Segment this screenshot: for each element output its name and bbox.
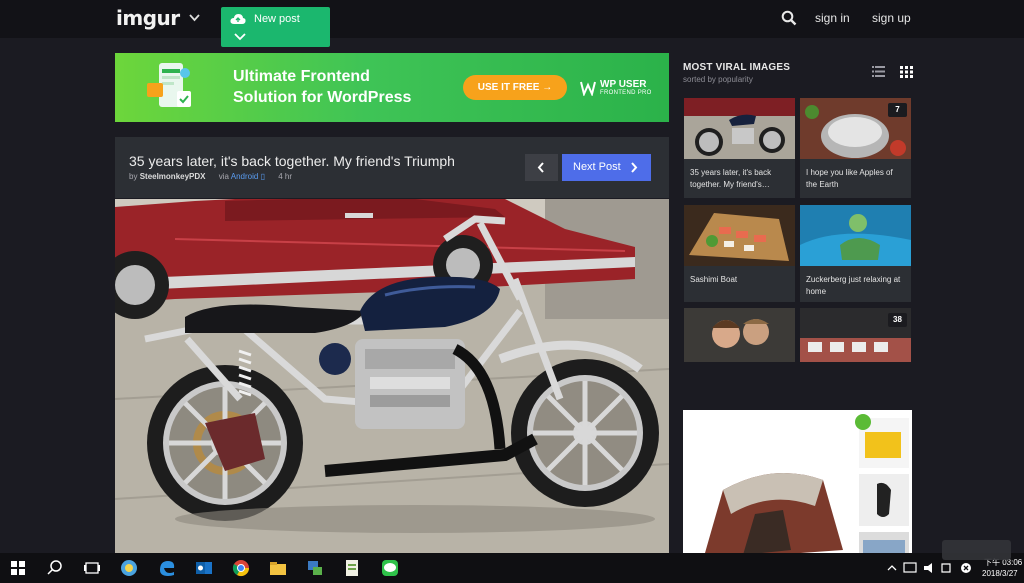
new-post-label: New post	[254, 13, 300, 25]
chrome-icon[interactable]	[231, 558, 251, 578]
task-view-icon[interactable]	[82, 558, 102, 578]
sign-in-link[interactable]: sign in	[815, 11, 850, 25]
post-image[interactable]	[115, 199, 669, 553]
post-author-link[interactable]: SteelmonkeyPDX	[140, 172, 206, 181]
sort-label[interactable]: sorted by popularity	[683, 75, 753, 84]
next-post-button[interactable]: Next Post	[562, 154, 651, 181]
chevron-right-icon	[631, 162, 638, 173]
post-meta: by SteelmonkeyPDX via Android ▯ 4 hr	[129, 172, 292, 181]
assistant-app-icon[interactable]	[119, 558, 139, 578]
top-navbar: imgur New post sign in sign up	[0, 0, 1024, 47]
wp-user-frontend-logo-icon	[580, 81, 596, 96]
previous-post-button[interactable]	[525, 154, 558, 181]
line-app-icon[interactable]	[380, 558, 400, 578]
tile-caption: Zuckerberg just relaxing at home	[806, 275, 901, 296]
outlook-icon[interactable]	[194, 558, 214, 578]
sign-up-link[interactable]: sign up	[872, 11, 911, 25]
search-icon[interactable]	[45, 558, 65, 578]
viral-tile[interactable]: Sashimi Boat	[684, 205, 795, 302]
image-count-badge: 7	[888, 103, 907, 117]
imgur-logo[interactable]: imgur	[116, 6, 180, 30]
viral-tile[interactable]	[684, 308, 795, 362]
grid-view-icon[interactable]	[900, 66, 913, 78]
via-platform-link[interactable]: Android	[231, 172, 259, 181]
windows-start-icon[interactable]	[8, 558, 28, 578]
tile-thumbnail	[684, 205, 795, 266]
next-post-label: Next Post	[573, 161, 621, 173]
ad-headline-line2: Solution for WordPress	[233, 89, 412, 106]
tile-thumbnail	[684, 308, 795, 362]
tile-caption: 35 years later, it's back together. My f…	[690, 168, 772, 189]
chevron-down-icon[interactable]	[234, 32, 246, 41]
edge-browser-icon[interactable]	[157, 558, 177, 578]
via-prefix: via	[218, 172, 229, 181]
viral-tile[interactable]: 38	[800, 308, 911, 362]
document-app-icon[interactable]	[342, 558, 362, 578]
ad-headline-line1: Ultimate Frontend	[233, 68, 370, 85]
clock-date[interactable]: 2018/3/27	[982, 569, 1018, 578]
list-view-icon[interactable]	[872, 66, 885, 77]
post-age: 4 hr	[278, 172, 292, 181]
file-explorer-icon[interactable]	[268, 558, 288, 578]
tile-thumbnail	[684, 98, 795, 159]
post-title: 35 years later, it's back together. My f…	[129, 153, 455, 169]
cloud-upload-icon	[230, 14, 246, 24]
viral-tile[interactable]: Zuckerberg just relaxing at home	[800, 205, 911, 302]
floating-toolbar[interactable]	[942, 540, 1011, 560]
search-icon[interactable]	[781, 10, 797, 26]
windows-taskbar: 下午 03:06 2018/3/27	[0, 553, 1024, 583]
ad-brand-sub: FRONTEND PRO	[600, 90, 652, 96]
image-count-badge: 38	[888, 313, 907, 327]
network-app-icon[interactable]	[305, 558, 325, 578]
ad-banner[interactable]: Ultimate Frontend Solution for WordPress…	[115, 53, 669, 122]
chevron-down-icon[interactable]	[189, 12, 200, 23]
chevron-left-icon	[537, 162, 544, 173]
ad-illustration	[147, 63, 191, 107]
most-viral-title: MOST VIRAL IMAGES	[683, 62, 791, 73]
post-header: 35 years later, it's back together. My f…	[115, 137, 669, 198]
system-tray-icons[interactable]	[886, 561, 978, 575]
by-prefix: by	[129, 172, 138, 181]
tile-caption: Sashimi Boat	[690, 275, 738, 284]
new-post-button[interactable]: New post	[221, 7, 330, 47]
viral-tile[interactable]: 35 years later, it's back together. My f…	[684, 98, 795, 198]
ad-brand-name: WP USER	[600, 79, 647, 90]
phone-icon: ▯	[260, 172, 265, 181]
tile-thumbnail	[800, 205, 911, 266]
motorcycle-photo	[115, 199, 669, 553]
viral-tile[interactable]: 7 I hope you like Apples of the Earth	[800, 98, 911, 198]
tile-caption: I hope you like Apples of the Earth	[806, 168, 893, 189]
use-it-free-button[interactable]: USE IT FREE →	[463, 75, 567, 100]
